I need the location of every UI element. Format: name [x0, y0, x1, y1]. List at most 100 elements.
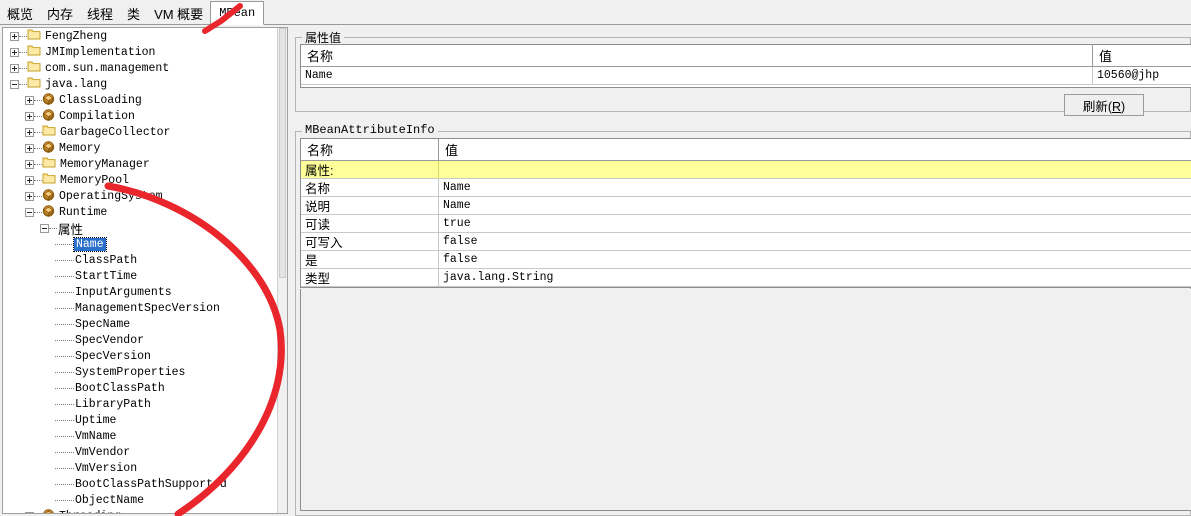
tree-node[interactable]: SpecName: [3, 316, 277, 332]
tab-1[interactable]: 内存: [40, 4, 80, 25]
tree-node[interactable]: SystemProperties: [3, 364, 277, 380]
tree-node[interactable]: BootClassPathSupported: [3, 476, 277, 492]
expand-icon[interactable]: [25, 159, 34, 169]
attribute-value-column-header[interactable]: 值: [1093, 45, 1191, 66]
tree-node[interactable]: VmVersion: [3, 460, 277, 476]
tree-node[interactable]: java.lang: [3, 76, 277, 92]
tree-node[interactable]: GarbageCollector: [3, 124, 277, 140]
table-row[interactable]: 属性:: [301, 160, 1191, 179]
tree-vertical-scrollbar[interactable]: [277, 28, 287, 513]
tree-connector: [55, 499, 74, 501]
tree-node[interactable]: InputArguments: [3, 284, 277, 300]
table-cell: 10560@jhp: [1097, 69, 1160, 82]
folder-icon: [42, 125, 56, 135]
collapse-icon[interactable]: [25, 207, 34, 217]
tree-connector: [55, 291, 74, 293]
tree-node[interactable]: MemoryManager: [3, 156, 277, 172]
tree-node[interactable]: OperatingSystem: [3, 188, 277, 204]
mbean-tree-panel[interactable]: FengZheng JMImplementation com.sun.managem…: [2, 27, 288, 514]
tree-node[interactable]: VmName: [3, 428, 277, 444]
table-row[interactable]: 可写入 false: [301, 232, 1191, 251]
tree-node[interactable]: LibraryPath: [3, 396, 277, 412]
tree-node[interactable]: Memory: [3, 140, 277, 156]
tree-node[interactable]: SpecVersion: [3, 348, 277, 364]
table-row[interactable]: 名称 Name: [301, 178, 1191, 197]
table-row[interactable]: Name 10560@jhp: [301, 66, 1191, 85]
mbean-attribute-info-column-header[interactable]: 名称: [301, 139, 439, 160]
tree-node[interactable]: VmVendor: [3, 444, 277, 460]
tree-node[interactable]: ClassLoading: [3, 92, 277, 108]
tree-node-label: FengZheng: [45, 29, 108, 43]
tree-connector: [19, 83, 27, 85]
collapse-icon[interactable]: [40, 223, 49, 233]
refresh-button[interactable]: 刷新(R): [1064, 94, 1144, 116]
folder-icon: [27, 61, 41, 71]
tree-node[interactable]: SpecVendor: [3, 332, 277, 348]
mbean-tree[interactable]: FengZheng JMImplementation com.sun.managem…: [3, 28, 277, 513]
folder-icon: [42, 156, 56, 173]
tree-node[interactable]: JMImplementation: [3, 44, 277, 60]
tree-connector: [34, 99, 42, 101]
tree-node[interactable]: com.sun.management: [3, 60, 277, 76]
expand-icon[interactable]: [25, 175, 34, 185]
mbean-icon: [42, 140, 55, 153]
expand-icon[interactable]: [10, 31, 19, 41]
tree-node-label: java.lang: [45, 77, 108, 91]
tab-label: VM 概要: [154, 7, 204, 22]
tab-0[interactable]: 概览: [0, 4, 40, 25]
expand-icon[interactable]: [25, 191, 34, 201]
tree-node[interactable]: BootClassPath: [3, 380, 277, 396]
table-row[interactable]: 是 false: [301, 250, 1191, 269]
tree-node[interactable]: ManagementSpecVersion: [3, 300, 277, 316]
tree-node[interactable]: Compilation: [3, 108, 277, 124]
table-cell: false: [443, 253, 478, 266]
expand-icon[interactable]: [25, 143, 34, 153]
attribute-value-column-header[interactable]: 名称: [301, 45, 1093, 66]
tree-node[interactable]: StartTime: [3, 268, 277, 284]
expand-icon[interactable]: [25, 511, 34, 513]
table-row[interactable]: 可读 true: [301, 214, 1191, 233]
tree-node-label: SpecName: [75, 317, 131, 331]
tab-baseline: [0, 24, 1191, 25]
attribute-value-table-header: 名称值: [301, 45, 1191, 67]
tree-node[interactable]: ClassPath: [3, 252, 277, 268]
expand-icon[interactable]: [25, 127, 34, 137]
tab-3[interactable]: 类: [120, 4, 147, 25]
mbean-attribute-info-column-header[interactable]: 值: [439, 139, 1191, 160]
expand-icon[interactable]: [10, 47, 19, 57]
tree-node[interactable]: Runtime: [3, 204, 277, 220]
tree-connector: [55, 307, 74, 309]
tab-2[interactable]: 线程: [80, 4, 120, 25]
tree-node[interactable]: ObjectName: [3, 492, 277, 508]
tree-node[interactable]: FengZheng: [3, 28, 277, 44]
expand-icon[interactable]: [25, 95, 34, 105]
tree-node[interactable]: Name: [3, 236, 277, 252]
table-row[interactable]: 类型 java.lang.String: [301, 268, 1191, 287]
tree-node[interactable]: 属性: [3, 220, 277, 237]
tab-5[interactable]: MBean: [210, 1, 265, 25]
table-row[interactable]: 说明 Name: [301, 196, 1191, 215]
mbean-attribute-info-table-body[interactable]: 属性: 名称 Name 说明 Name 可读 true 可写入 false 是 false 类型 jav…: [301, 160, 1191, 287]
table-cell: 属性:: [301, 160, 439, 179]
tree-scrollbar-thumb[interactable]: [279, 28, 286, 278]
tree-node-label: VmVersion: [75, 461, 138, 475]
tab-label: 概览: [7, 7, 34, 22]
expand-icon[interactable]: [25, 111, 34, 121]
tree-node[interactable]: Threading: [3, 508, 277, 513]
tree-connector: [55, 355, 74, 357]
attribute-value-table-body[interactable]: Name 10560@jhp: [301, 66, 1191, 85]
tree-connector: [55, 403, 74, 405]
expand-icon[interactable]: [10, 63, 19, 73]
collapse-icon[interactable]: [10, 79, 19, 89]
tree-node[interactable]: MemoryPool: [3, 172, 277, 188]
tab-4[interactable]: VM 概要: [147, 4, 210, 25]
tree-node[interactable]: Uptime: [3, 412, 277, 428]
attribute-value-table[interactable]: 名称值 Name 10560@jhp: [300, 44, 1191, 88]
mbean-attribute-info-table[interactable]: 名称值 属性: 名称 Name 说明 Name 可读 true 可写入 false 是 false 类…: [300, 138, 1191, 288]
